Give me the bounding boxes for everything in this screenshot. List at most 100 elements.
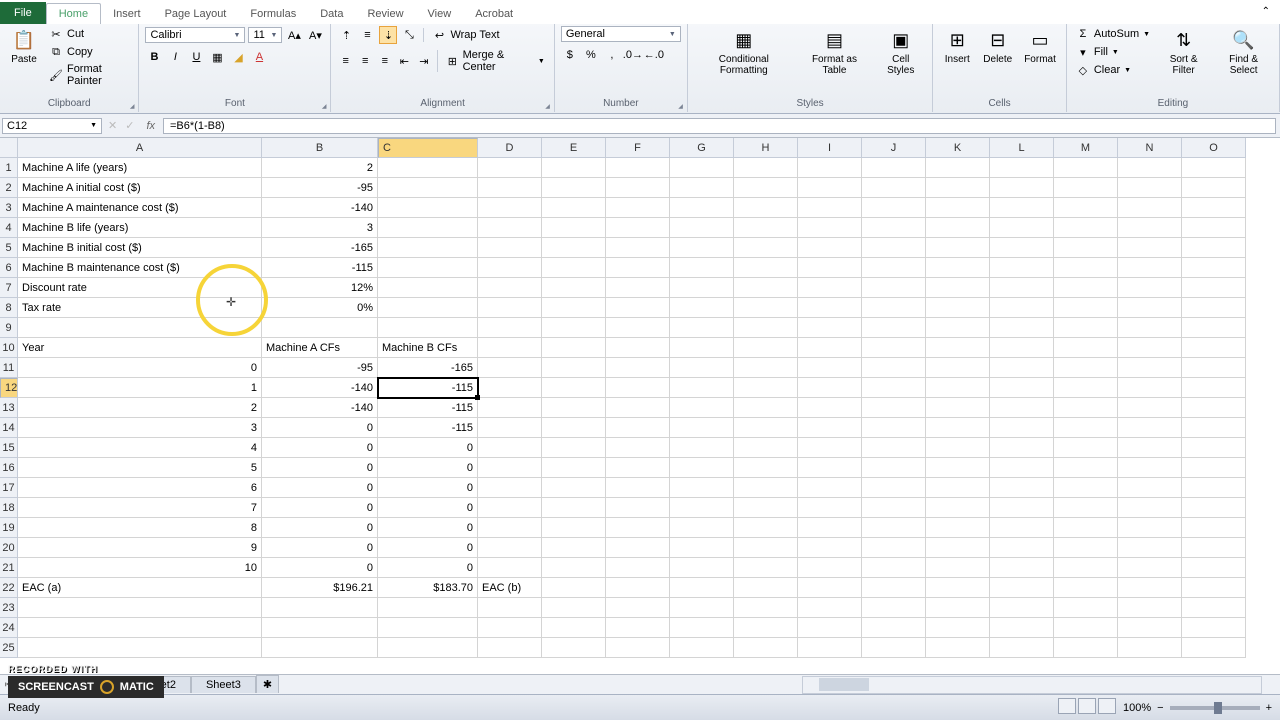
- cell-A13[interactable]: 2: [18, 398, 262, 418]
- cell-H22[interactable]: [734, 578, 798, 598]
- cell-D12[interactable]: [478, 378, 542, 398]
- cell-B14[interactable]: 0: [262, 418, 378, 438]
- row-header-2[interactable]: 2: [0, 178, 18, 198]
- cell-J4[interactable]: [862, 218, 926, 238]
- cell-I20[interactable]: [798, 538, 862, 558]
- cell-A20[interactable]: 9: [18, 538, 262, 558]
- cell-I16[interactable]: [798, 458, 862, 478]
- cell-H20[interactable]: [734, 538, 798, 558]
- cell-G5[interactable]: [670, 238, 734, 258]
- cell-C23[interactable]: [378, 598, 478, 618]
- row-header-14[interactable]: 14: [0, 418, 18, 438]
- cell-C6[interactable]: [378, 258, 478, 278]
- tab-home[interactable]: Home: [46, 3, 101, 24]
- row-header-15[interactable]: 15: [0, 438, 18, 458]
- cell-N25[interactable]: [1118, 638, 1182, 658]
- cell-C8[interactable]: [378, 298, 478, 318]
- cell-F3[interactable]: [606, 198, 670, 218]
- cell-H6[interactable]: [734, 258, 798, 278]
- col-header-A[interactable]: A: [18, 138, 262, 158]
- cell-C3[interactable]: [378, 198, 478, 218]
- cell-G2[interactable]: [670, 178, 734, 198]
- cell-C4[interactable]: [378, 218, 478, 238]
- cell-E6[interactable]: [542, 258, 606, 278]
- cell-C7[interactable]: [378, 278, 478, 298]
- conditional-formatting-button[interactable]: ▦Conditional Formatting: [694, 26, 794, 78]
- cell-K2[interactable]: [926, 178, 990, 198]
- cell-I4[interactable]: [798, 218, 862, 238]
- percent-format-button[interactable]: %: [582, 46, 600, 64]
- cell-M20[interactable]: [1054, 538, 1118, 558]
- horizontal-scrollbar[interactable]: [802, 676, 1262, 694]
- cell-D6[interactable]: [478, 258, 542, 278]
- cell-O25[interactable]: [1182, 638, 1246, 658]
- align-center-button[interactable]: ≡: [357, 52, 374, 70]
- row-header-5[interactable]: 5: [0, 238, 18, 258]
- cell-E23[interactable]: [542, 598, 606, 618]
- cell-E25[interactable]: [542, 638, 606, 658]
- cell-J11[interactable]: [862, 358, 926, 378]
- font-color-button[interactable]: A: [250, 48, 268, 66]
- cell-C22[interactable]: $183.70: [378, 578, 478, 598]
- cell-K9[interactable]: [926, 318, 990, 338]
- col-header-H[interactable]: H: [734, 138, 798, 158]
- cell-B22[interactable]: $196.21: [262, 578, 378, 598]
- cell-H8[interactable]: [734, 298, 798, 318]
- cell-J18[interactable]: [862, 498, 926, 518]
- cell-B8[interactable]: 0%: [262, 298, 378, 318]
- format-cells-button[interactable]: ▭Format: [1020, 26, 1060, 67]
- cell-H21[interactable]: [734, 558, 798, 578]
- cell-K12[interactable]: [926, 378, 990, 398]
- col-header-M[interactable]: M: [1054, 138, 1118, 158]
- cell-D20[interactable]: [478, 538, 542, 558]
- row-header-10[interactable]: 10: [0, 338, 18, 358]
- cell-F15[interactable]: [606, 438, 670, 458]
- cell-J7[interactable]: [862, 278, 926, 298]
- cell-G10[interactable]: [670, 338, 734, 358]
- cell-I10[interactable]: [798, 338, 862, 358]
- cell-L9[interactable]: [990, 318, 1054, 338]
- cell-C10[interactable]: Machine B CFs: [378, 338, 478, 358]
- cell-L5[interactable]: [990, 238, 1054, 258]
- cell-N10[interactable]: [1118, 338, 1182, 358]
- cell-A22[interactable]: EAC (a): [18, 578, 262, 598]
- cell-F11[interactable]: [606, 358, 670, 378]
- cell-D7[interactable]: [478, 278, 542, 298]
- cell-L2[interactable]: [990, 178, 1054, 198]
- cell-B5[interactable]: -165: [262, 238, 378, 258]
- cell-J23[interactable]: [862, 598, 926, 618]
- cell-G4[interactable]: [670, 218, 734, 238]
- cell-B17[interactable]: 0: [262, 478, 378, 498]
- cell-B18[interactable]: 0: [262, 498, 378, 518]
- cell-O9[interactable]: [1182, 318, 1246, 338]
- cell-L6[interactable]: [990, 258, 1054, 278]
- cell-A11[interactable]: 0: [18, 358, 262, 378]
- cell-E1[interactable]: [542, 158, 606, 178]
- cell-D22[interactable]: EAC (b): [478, 578, 542, 598]
- cell-M18[interactable]: [1054, 498, 1118, 518]
- cell-H10[interactable]: [734, 338, 798, 358]
- cell-H14[interactable]: [734, 418, 798, 438]
- cell-K3[interactable]: [926, 198, 990, 218]
- cell-F2[interactable]: [606, 178, 670, 198]
- cell-J22[interactable]: [862, 578, 926, 598]
- cell-N13[interactable]: [1118, 398, 1182, 418]
- row-header-20[interactable]: 20: [0, 538, 18, 558]
- cell-L1[interactable]: [990, 158, 1054, 178]
- cell-L15[interactable]: [990, 438, 1054, 458]
- cell-A23[interactable]: [18, 598, 262, 618]
- cell-E17[interactable]: [542, 478, 606, 498]
- find-select-button[interactable]: 🔍Find & Select: [1214, 26, 1273, 78]
- align-middle-button[interactable]: ≡: [358, 26, 376, 44]
- view-buttons[interactable]: [1057, 698, 1117, 717]
- cell-H1[interactable]: [734, 158, 798, 178]
- cell-L4[interactable]: [990, 218, 1054, 238]
- cell-I22[interactable]: [798, 578, 862, 598]
- tab-file[interactable]: File: [0, 2, 46, 24]
- cell-J12[interactable]: [862, 378, 926, 398]
- cell-K11[interactable]: [926, 358, 990, 378]
- col-header-C[interactable]: C: [378, 138, 478, 158]
- cell-C2[interactable]: [378, 178, 478, 198]
- cell-B12[interactable]: -140: [262, 378, 378, 398]
- cell-N12[interactable]: [1118, 378, 1182, 398]
